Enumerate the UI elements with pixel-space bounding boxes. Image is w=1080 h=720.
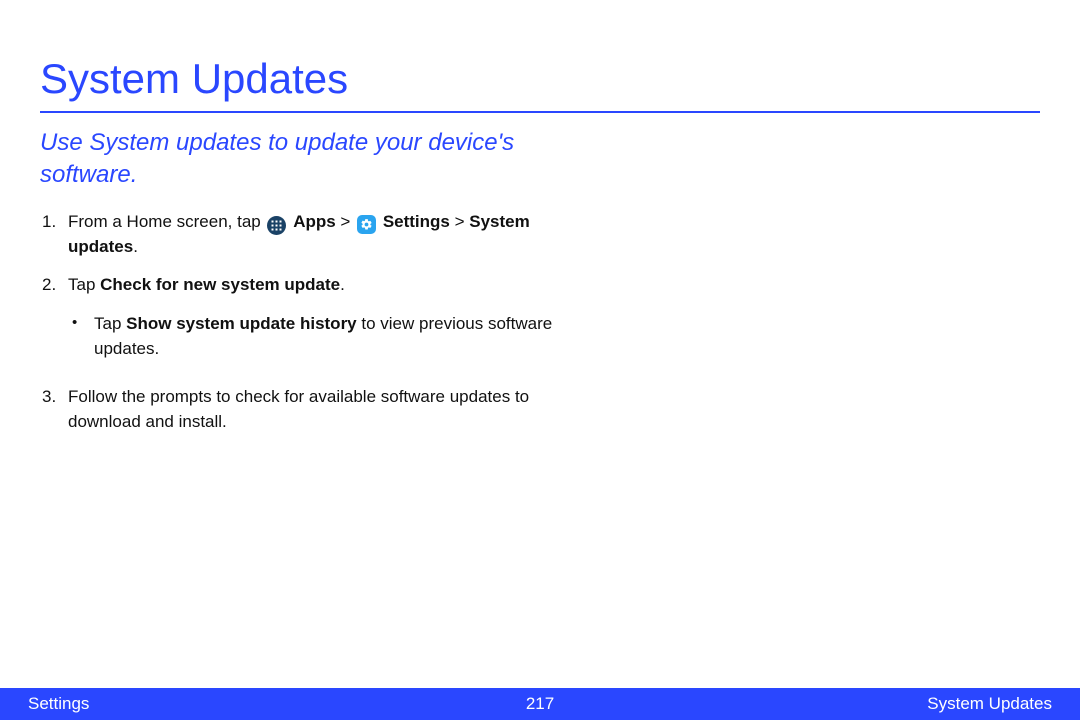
intro-text: Use System updates to update your device… [40, 127, 600, 192]
period: . [133, 237, 138, 256]
footer-section: Settings [28, 694, 89, 714]
page-number: 217 [526, 694, 554, 714]
apps-icon [267, 216, 286, 235]
step-text: From a Home screen, tap [68, 212, 265, 231]
bullet-mark: • [68, 312, 94, 361]
step-number: 1. [40, 210, 68, 260]
steps-list: 1. From a Home screen, tap Apps > Settin… [40, 210, 600, 435]
document-page: System Updates Use System updates to upd… [0, 0, 1080, 435]
bullet-body: Tap Show system update history to view p… [94, 312, 600, 361]
settings-icon [357, 215, 376, 234]
bullet-item: • Tap Show system update history to view… [68, 312, 600, 361]
step-2: 2. Tap Check for new system update. • Ta… [40, 273, 600, 371]
page-footer: Settings 217 System Updates [0, 688, 1080, 720]
apps-label: Apps [293, 212, 336, 231]
separator: > [336, 212, 355, 231]
step-number: 2. [40, 273, 68, 371]
step-1: 1. From a Home screen, tap Apps > Settin… [40, 210, 600, 260]
step-number: 3. [40, 385, 68, 434]
bullet-prefix: Tap [94, 314, 126, 333]
title-rule [40, 111, 1040, 113]
step-body: Follow the prompts to check for availabl… [68, 385, 600, 434]
step-text: Tap [68, 275, 100, 294]
period: . [340, 275, 345, 294]
separator: > [450, 212, 469, 231]
step-3: 3. Follow the prompts to check for avail… [40, 385, 600, 434]
check-update-label: Check for new system update [100, 275, 340, 294]
page-title: System Updates [40, 55, 1040, 103]
bullet-list: • Tap Show system update history to view… [68, 312, 600, 361]
footer-topic: System Updates [927, 694, 1052, 714]
show-history-label: Show system update history [126, 314, 357, 333]
settings-label: Settings [383, 212, 450, 231]
step-body: From a Home screen, tap Apps > Settings … [68, 210, 600, 260]
step-body: Tap Check for new system update. • Tap S… [68, 273, 600, 371]
